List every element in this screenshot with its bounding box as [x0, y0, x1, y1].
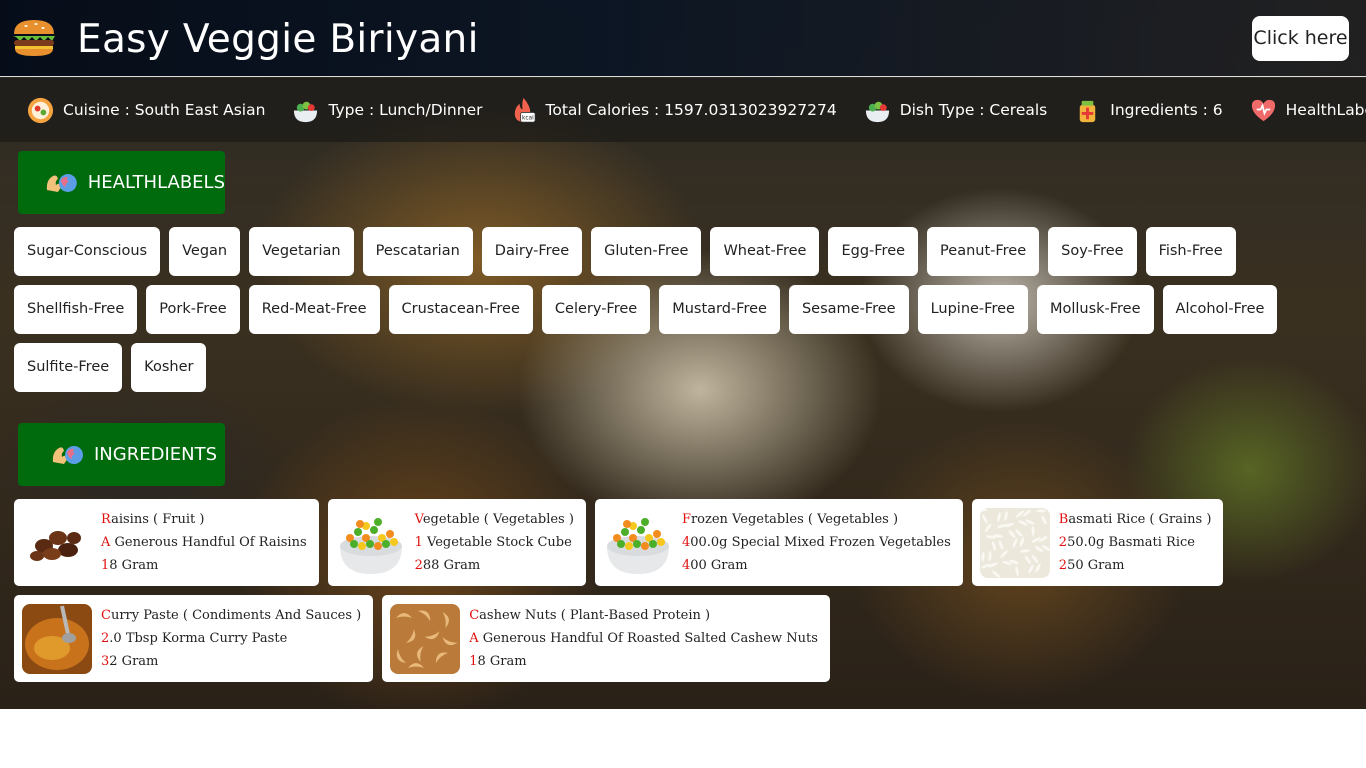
- health-label-chip[interactable]: Sulfite-Free: [14, 343, 123, 392]
- ingredient-weight: 250 Gram: [1058, 557, 1125, 573]
- type-info: Type : Lunch/Dinner: [291, 96, 483, 125]
- health-label-chip[interactable]: Dairy-Free: [481, 227, 583, 276]
- ingredients-jar-icon: [1080, 100, 1096, 122]
- ingredient-weight: 18 Gram: [469, 653, 527, 669]
- burger-icon: [13, 20, 55, 56]
- ingredient-card[interactable]: Basmati Rice ( Grains ) 250.0g Basmati Ri…: [971, 499, 1224, 586]
- muscle-brain-icon: [46, 173, 77, 192]
- health-label-chip[interactable]: Shellfish-Free: [14, 285, 138, 334]
- ingredient-card[interactable]: Curry Paste ( Condiments And Sauces ) 2.0…: [14, 595, 374, 682]
- health-label-chip[interactable]: Egg-Free: [828, 227, 919, 276]
- ingredient-card[interactable]: Raisins ( Fruit ) A Generous Handful Of R…: [14, 499, 319, 586]
- health-label-chip[interactable]: Red-Meat-Free: [248, 285, 380, 334]
- ingredients-row: Raisins ( Fruit ) A Generous Handful Of R…: [14, 499, 1224, 586]
- cashew-image: [390, 603, 461, 674]
- health-label-chip[interactable]: Wheat-Free: [710, 227, 820, 276]
- health-labels-info: HealthLabels : 23: [1249, 96, 1366, 125]
- ingredient-details: Curry Paste ( Condiments And Sauces ) 2.0…: [101, 607, 361, 671]
- cuisine-text: Cuisine : South East Asian: [63, 101, 266, 119]
- health-label-chip[interactable]: Pork-Free: [146, 285, 240, 334]
- health-label-chip[interactable]: Kosher: [131, 343, 207, 392]
- svg-text:kcal: kcal: [521, 115, 533, 121]
- calories-text: Total Calories : 1597.0313023927274: [545, 101, 837, 119]
- health-label-chip[interactable]: Crustacean-Free: [388, 285, 533, 334]
- vegetables-image: [602, 507, 673, 578]
- health-label-chip[interactable]: Soy-Free: [1048, 227, 1137, 276]
- ingredient-weight: 288 Gram: [414, 557, 481, 573]
- ingredient-weight: 18 Gram: [101, 557, 159, 573]
- ingredient-text: 1 Vegetable Stock Cube: [414, 534, 572, 550]
- vegetables-image: [335, 507, 406, 578]
- health-label-chip[interactable]: Alcohol-Free: [1162, 285, 1278, 334]
- health-label-chip[interactable]: Gluten-Free: [591, 227, 702, 276]
- health-label-chip[interactable]: Celery-Free: [541, 285, 651, 334]
- ingredient-text: A Generous Handful Of Raisins: [101, 534, 307, 550]
- ingredient-details: Raisins ( Fruit ) A Generous Handful Of R…: [101, 511, 307, 575]
- healthlabels-section-header: HEALTHLABELS: [18, 151, 225, 214]
- ingredients-info: Ingredients : 6: [1073, 96, 1223, 125]
- ingredient-details: Frozen Vegetables ( Vegetables ) 400.0g S…: [682, 511, 951, 575]
- app-header: Easy Veggie Biriyani Click here: [0, 0, 1366, 77]
- salad-bowl-icon: [294, 101, 318, 122]
- ingredient-name: Curry Paste ( Condiments And Sauces ): [101, 607, 362, 623]
- health-label-chip[interactable]: Fish-Free: [1145, 227, 1236, 276]
- salad-bowl-icon: [865, 101, 889, 122]
- health-heart-icon: [1251, 99, 1275, 121]
- ingredient-card[interactable]: Vegetable ( Vegetables ) 1 Vegetable Stoc…: [327, 499, 586, 586]
- ingredient-text: 2.0 Tbsp Korma Curry Paste: [101, 630, 288, 646]
- muscle-brain-icon: [52, 445, 83, 464]
- ingredient-text: 400.0g Special Mixed Frozen Vegetables: [681, 534, 951, 550]
- ingredient-text: A Generous Handful Of Roasted Salted Cas…: [469, 630, 818, 646]
- ingredient-text: 250.0g Basmati Rice: [1058, 534, 1195, 550]
- dish-type-info: Dish Type : Cereals: [863, 96, 1048, 125]
- healthlabels-title: HEALTHLABELS: [87, 172, 225, 193]
- recipe-info-bar: Cuisine : South East Asian Type : Lunch/…: [0, 78, 1366, 142]
- health-label-chip[interactable]: Mustard-Free: [659, 285, 780, 334]
- raisins-image: [22, 507, 92, 578]
- ingredient-weight: 32 Gram: [101, 653, 159, 669]
- ingredient-name: Basmati Rice ( Grains ): [1058, 511, 1212, 527]
- rice-image: [979, 507, 1050, 578]
- health-label-chip[interactable]: Vegan: [169, 227, 241, 276]
- health-label-chip[interactable]: Peanut-Free: [927, 227, 1040, 276]
- health-labels-row: Sugar-Conscious Vegan Vegetarian Pescataria…: [14, 227, 1236, 276]
- health-labels-row: Shellfish-Free Pork-Free Red-Meat-Free Crus…: [14, 285, 1278, 334]
- cuisine-info: Cuisine : South East Asian: [26, 96, 265, 125]
- health-label-chip[interactable]: Sesame-Free: [788, 285, 909, 334]
- click-here-button[interactable]: Click here: [1252, 16, 1349, 61]
- dish-type-text: Dish Type : Cereals: [899, 101, 1048, 119]
- ingredient-name: Cashew Nuts ( Plant-Based Protein ): [469, 607, 711, 623]
- cuisine-icon: [27, 97, 54, 123]
- ingredient-name: Vegetable ( Vegetables ): [414, 511, 574, 527]
- ingredients-title: INGREDIENTS: [94, 444, 218, 465]
- ingredient-details: Cashew Nuts ( Plant-Based Protein ) A Gen…: [469, 607, 818, 671]
- health-labels-list: Sugar-Conscious Vegan Vegetarian Pescataria…: [14, 227, 1278, 401]
- page-title: Easy Veggie Biriyani: [77, 17, 479, 62]
- ingredient-weight: 400 Gram: [681, 557, 748, 573]
- ingredients-count-text: Ingredients : 6: [1110, 101, 1223, 119]
- health-label-chip[interactable]: Lupine-Free: [917, 285, 1028, 334]
- ingredient-card[interactable]: Frozen Vegetables ( Vegetables ) 400.0g S…: [594, 499, 963, 586]
- health-label-chip[interactable]: Mollusk-Free: [1036, 285, 1154, 334]
- calories-info: kcal Total Calories : 1597.0313023927274: [509, 96, 837, 125]
- ingredient-name: Frozen Vegetables ( Vegetables ): [681, 511, 899, 527]
- health-labels-count-text: HealthLabels : 23: [1285, 101, 1366, 119]
- ingredient-card[interactable]: Cashew Nuts ( Plant-Based Protein ) A Gen…: [382, 595, 830, 682]
- health-label-chip[interactable]: Vegetarian: [249, 227, 354, 276]
- ingredient-name: Raisins ( Fruit ): [101, 511, 205, 527]
- health-labels-row: Sulfite-Free Kosher: [14, 343, 1214, 392]
- health-label-chip[interactable]: Pescatarian: [362, 227, 473, 276]
- calories-flame-icon: kcal: [514, 97, 535, 122]
- ingredients-section-header: INGREDIENTS: [18, 423, 225, 486]
- health-label-chip[interactable]: Sugar-Conscious: [14, 227, 161, 276]
- type-text: Type : Lunch/Dinner: [328, 101, 483, 119]
- ingredients-row: Curry Paste ( Condiments And Sauces ) 2.0…: [14, 595, 830, 682]
- ingredient-details: Basmati Rice ( Grains ) 250.0g Basmati Ri…: [1059, 511, 1212, 575]
- curry-image: [22, 603, 92, 674]
- ingredient-details: Vegetable ( Vegetables ) 1 Vegetable Stoc…: [415, 511, 574, 575]
